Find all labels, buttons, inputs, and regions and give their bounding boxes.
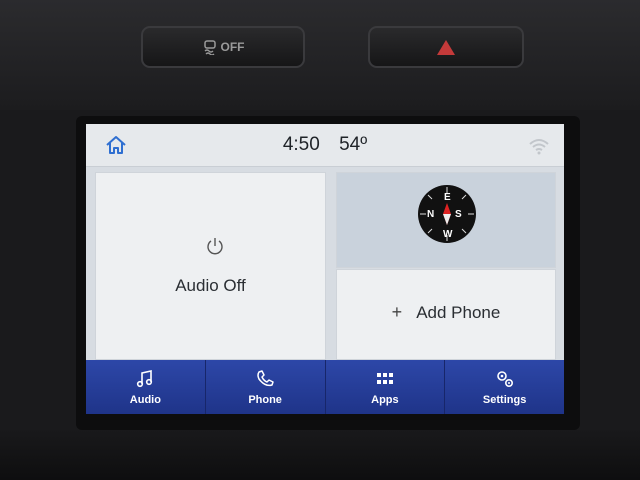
clock: 4:50 [282,134,320,155]
hazard-triangle-icon [437,39,455,55]
status-bar: 4:50 54º [86,124,564,167]
compass-west-letter: W [443,229,453,240]
infotainment-screen: 4:50 54º Audio Off E S W N + Add Phone A… [86,124,564,414]
nav-phone-label: Phone [248,393,282,406]
compass-tile[interactable]: E S W N [336,172,556,268]
power-icon [207,238,223,255]
dashboard-bezel-top [0,0,640,110]
music-note-icon [137,369,153,387]
nav-audio[interactable]: Audio [86,360,206,414]
traction-off-label: OFF [220,40,245,54]
compass-south-letter: S [455,209,462,220]
nav-audio-label: Audio [129,393,161,406]
dashboard-bezel-bottom [0,430,640,480]
wifi-icon [529,139,549,155]
gears-icon [496,370,513,387]
add-phone-row: + Add Phone [336,302,556,323]
traction-control-icon: OFF [202,39,245,55]
grid-icon [376,372,393,384]
plus-icon: + [391,302,403,322]
outside-temperature: 54º [339,134,368,155]
hazard-button[interactable] [368,26,524,68]
nav-settings[interactable]: Settings [445,360,564,414]
nav-apps[interactable]: Apps [326,360,446,414]
nav-apps-label: Apps [371,393,399,406]
clock-temperature: 4:50 54º [86,134,564,156]
nav-settings-label: Settings [482,393,527,406]
compass-north-letter: N [427,209,434,220]
compass-icon: E S W N [418,185,476,243]
add-phone-label: Add Phone [416,303,501,322]
add-phone-tile[interactable]: + Add Phone [336,269,556,360]
audio-off-label: Audio Off [175,276,246,295]
bottom-nav-bar: Audio Phone Apps Settings [86,360,564,414]
phone-icon [257,369,274,386]
traction-control-button[interactable]: OFF [141,26,305,68]
audio-tile[interactable]: Audio Off [95,172,326,360]
nav-phone[interactable]: Phone [206,360,326,414]
compass-east-letter: E [444,192,451,203]
